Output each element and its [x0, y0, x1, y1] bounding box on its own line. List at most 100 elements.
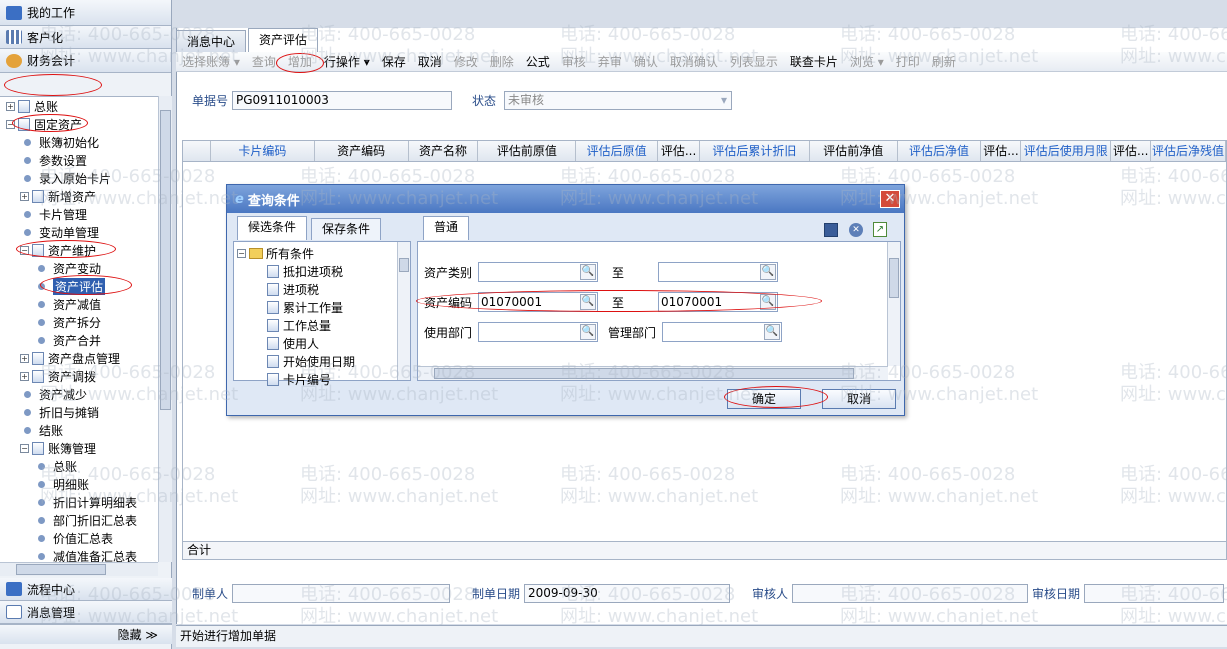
tree-item[interactable]: + 新增资产	[0, 187, 158, 205]
grid-column-header[interactable]: 评估后净残值	[1151, 141, 1226, 161]
expand-icon[interactable]: +	[20, 371, 29, 381]
asset-category-from-input[interactable]: 🔍	[478, 262, 598, 282]
tab-message-center[interactable]: 消息中心	[176, 30, 247, 52]
use-dept-input[interactable]: 🔍	[478, 322, 598, 342]
tab-asset-evaluation[interactable]: 资产评估	[248, 28, 319, 52]
toolbar-button[interactable]: 联查卡片	[790, 53, 838, 70]
asset-category-to-input[interactable]: 🔍	[658, 262, 779, 282]
search-icon[interactable]: 🔍	[760, 264, 777, 280]
tree-item[interactable]: 部门折旧汇总表	[0, 511, 158, 529]
toolbar-button[interactable]: 弃审	[598, 53, 622, 70]
conditions-vertical-scrollbar[interactable]	[397, 242, 410, 380]
conditions-form-horizontal-scrollbar[interactable]	[418, 366, 888, 380]
tree-item[interactable]: 资产减值	[0, 295, 158, 313]
tree-item[interactable]: − 资产维护	[0, 241, 158, 259]
collapse-icon[interactable]: −	[237, 248, 246, 258]
tree-item[interactable]: 账簿初始化	[0, 133, 158, 151]
condition-item[interactable]: 工作总量	[237, 316, 410, 334]
toolbar-button[interactable]: 行操作 ▾	[324, 53, 370, 70]
ok-button[interactable]: 确定	[727, 389, 801, 409]
reviewer-field[interactable]	[792, 584, 1029, 603]
tree-item[interactable]: 明细账	[0, 475, 158, 493]
collapse-icon[interactable]: −	[6, 119, 15, 129]
toolbar-button[interactable]: 确认	[634, 53, 658, 70]
tree-item[interactable]: 减值准备汇总表	[0, 547, 158, 562]
toolbar-button[interactable]: 删除	[490, 53, 514, 70]
tree-vertical-scrollbar[interactable]	[158, 96, 172, 562]
clear-icon[interactable]: ✕	[849, 223, 863, 237]
grid-column-header[interactable]: 评估后使用月限	[1021, 141, 1112, 161]
nav-process-center[interactable]: 流程中心	[0, 578, 172, 601]
condition-root[interactable]: − 所有条件	[237, 244, 410, 262]
search-icon[interactable]: 🔍	[580, 324, 596, 340]
asset-code-to-input[interactable]: 01070001 🔍	[658, 292, 779, 312]
grid-column-header[interactable]: 评估...	[658, 141, 700, 161]
conditions-form-vertical-scrollbar[interactable]	[887, 242, 900, 366]
hide-nav-button[interactable]: 隐藏 ≫	[0, 624, 172, 644]
close-icon[interactable]: ✕	[880, 190, 900, 208]
toolbar-button[interactable]: 选择账簿 ▾	[182, 53, 240, 70]
tree-item[interactable]: 折旧与摊销	[0, 403, 158, 421]
asset-code-from-input[interactable]: 01070001 🔍	[478, 292, 598, 312]
tab-candidates[interactable]: 候选条件	[237, 216, 308, 240]
expand-icon[interactable]: +	[20, 353, 29, 363]
tree-item[interactable]: 资产合并	[0, 331, 158, 349]
tree-item[interactable]: + 资产调拨	[0, 367, 158, 385]
condition-item[interactable]: 累计工作量	[237, 298, 410, 316]
grid-column-header[interactable]: 评估前原值	[478, 141, 577, 161]
expand-icon[interactable]: +	[6, 101, 15, 111]
toolbar-button[interactable]: 查询	[252, 53, 276, 70]
toolbar-button[interactable]: 取消确认	[670, 53, 718, 70]
condition-item[interactable]: 卡片编号	[237, 370, 410, 388]
tree-item[interactable]: 资产变动	[0, 259, 158, 277]
condition-item[interactable]: 抵扣进项税	[237, 262, 410, 280]
tree-item[interactable]: 价值汇总表	[0, 529, 158, 547]
toolbar-button[interactable]: 取消	[418, 53, 442, 70]
grid-column-header[interactable]: 评估...	[1111, 141, 1152, 161]
search-icon[interactable]: 🔍	[760, 294, 777, 310]
nav-message-mgmt[interactable]: 消息管理	[0, 601, 172, 624]
save-icon[interactable]	[824, 223, 838, 237]
grid-column-header[interactable]: 资产编码	[315, 141, 409, 161]
grid-column-header[interactable]: 资产名称	[409, 141, 479, 161]
make-date-field[interactable]: 2009-09-30	[524, 584, 731, 603]
maker-field[interactable]	[232, 584, 451, 603]
status-select[interactable]: 未审核 ▾	[504, 91, 733, 110]
tree-item[interactable]: 折旧计算明细表	[0, 493, 158, 511]
search-icon[interactable]: 🔍	[580, 294, 596, 310]
tree-item[interactable]: 录入原始卡片	[0, 169, 158, 187]
condition-item[interactable]: 使用人	[237, 334, 410, 352]
grid-column-header[interactable]: 评估后原值	[576, 141, 659, 161]
toolbar-button[interactable]: 增加	[288, 53, 312, 70]
tree-item[interactable]: 结账	[0, 421, 158, 439]
nav-finance[interactable]: 财务会计	[0, 49, 171, 73]
toolbar-button[interactable]: 浏览 ▾	[850, 53, 884, 70]
tree-item[interactable]: − 账簿管理	[0, 439, 158, 457]
toolbar-button[interactable]: 列表显示	[730, 53, 778, 70]
grid-column-header[interactable]: 评估前净值	[810, 141, 898, 161]
tree-item[interactable]: − 固定资产	[0, 115, 158, 133]
toolbar-button[interactable]: 保存	[382, 53, 406, 70]
collapse-icon[interactable]: −	[20, 443, 29, 453]
tree-item[interactable]: + 资产盘点管理	[0, 349, 158, 367]
condition-item[interactable]: 进项税	[237, 280, 410, 298]
review-date-field[interactable]	[1084, 584, 1225, 603]
toolbar-button[interactable]: 审核	[562, 53, 586, 70]
tree-item[interactable]: + 总账	[0, 97, 158, 115]
toolbar-button[interactable]: 刷新	[932, 53, 956, 70]
mgmt-dept-input[interactable]: 🔍	[662, 322, 783, 342]
tree-item[interactable]: 变动单管理	[0, 223, 158, 241]
collapse-icon[interactable]: −	[20, 245, 29, 255]
expand-icon[interactable]: +	[20, 191, 29, 201]
tree-item[interactable]: 总账	[0, 457, 158, 475]
nav-my-work[interactable]: 我的工作	[0, 0, 171, 26]
nav-customize[interactable]: 客户化	[0, 26, 171, 49]
grid-column-header[interactable]: 评估后累计折旧	[700, 141, 810, 161]
grid-column-header[interactable]: 卡片编码	[211, 141, 315, 161]
grid-column-header[interactable]: 评估后净值	[898, 141, 982, 161]
tree-item[interactable]: 资产减少	[0, 385, 158, 403]
dialog-title-bar[interactable]: e 查询条件	[227, 185, 904, 213]
tab-saved-conditions[interactable]: 保存条件	[311, 218, 382, 240]
cancel-button[interactable]: 取消	[822, 389, 896, 409]
bill-no-field[interactable]: PG0911010003	[232, 91, 453, 110]
